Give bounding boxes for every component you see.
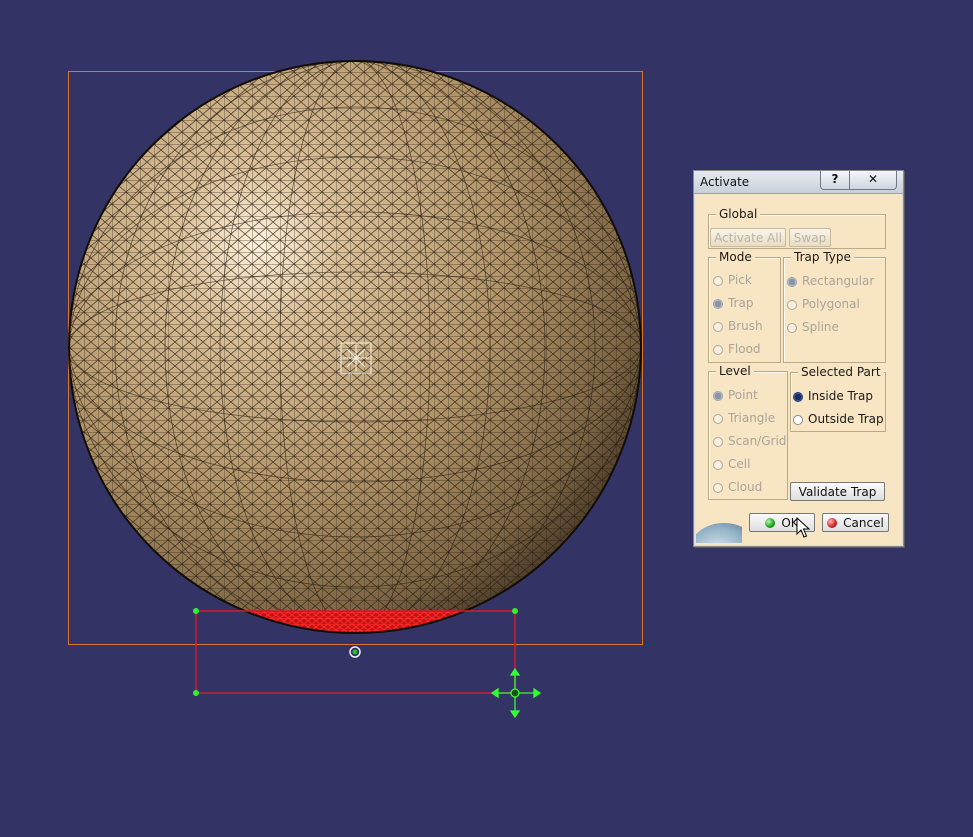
mode-group-label: Mode [716, 249, 755, 265]
level-group: Level Point Triangle Scan/Grid Cell Clou… [708, 363, 788, 500]
outside-trap-radio[interactable]: Outside Trap [793, 411, 884, 427]
radio-icon [787, 323, 797, 333]
cancel-button[interactable]: Cancel [822, 513, 889, 532]
mode-trap-radio[interactable]: Trap [713, 295, 753, 311]
level-point-radio[interactable]: Point [713, 387, 758, 403]
trap-rectangular-radio[interactable]: Rectangular [787, 273, 874, 289]
mouse-pointer-icon [796, 517, 810, 538]
dialog-title: Activate [700, 175, 750, 189]
inside-trap-radio[interactable]: Inside Trap [793, 388, 873, 404]
global-group: Global Activate All Swap [708, 206, 886, 249]
ok-led-icon [765, 518, 776, 528]
radio-icon [713, 460, 723, 470]
trap-spline-radio[interactable]: Spline [787, 319, 839, 335]
trap-type-group-label: Trap Type [791, 249, 854, 265]
activate-all-button[interactable]: Activate All [710, 228, 786, 247]
radio-selected-icon [713, 391, 723, 401]
close-button[interactable]: ✕ [849, 171, 897, 190]
mode-brush-radio[interactable]: Brush [713, 318, 763, 334]
level-cell-radio[interactable]: Cell [713, 456, 750, 472]
radio-icon [713, 414, 723, 424]
radio-icon [713, 437, 723, 447]
level-scan-grid-radio[interactable]: Scan/Grid [713, 433, 786, 449]
mode-pick-radio[interactable]: Pick [713, 272, 752, 288]
swap-button[interactable]: Swap [789, 228, 831, 247]
trap-polygonal-radio[interactable]: Polygonal [787, 296, 860, 312]
trap-type-group: Trap Type Rectangular Polygonal Spline [783, 249, 886, 363]
validate-trap-button[interactable]: Validate Trap [790, 482, 885, 501]
help-button[interactable]: ? [820, 171, 850, 190]
selected-part-group-label: Selected Part [798, 364, 884, 380]
cancel-led-icon [827, 518, 838, 528]
mode-flood-radio[interactable]: Flood [713, 341, 761, 357]
radio-icon [713, 345, 723, 355]
level-triangle-radio[interactable]: Triangle [713, 410, 775, 426]
radio-icon [713, 483, 723, 493]
global-group-label: Global [716, 206, 761, 222]
dialog-titlebar[interactable]: Activate ? ✕ [694, 171, 903, 194]
earth-logo-icon [696, 509, 742, 543]
radio-selected-icon [787, 277, 797, 287]
radio-icon [787, 300, 797, 310]
level-cloud-radio[interactable]: Cloud [713, 479, 762, 495]
selected-part-group: Selected Part Inside Trap Outside Trap [790, 364, 886, 432]
sphere-wireframe [69, 61, 641, 633]
radio-icon [713, 322, 723, 332]
move-cursor-icon [490, 667, 542, 719]
mode-group: Mode Pick Trap Brush Flood [708, 249, 781, 363]
radio-icon [793, 415, 803, 425]
radio-selected-icon [713, 299, 723, 309]
level-group-label: Level [716, 363, 754, 379]
activate-dialog: Activate ? ✕ Global Activate All Swap Mo… [693, 170, 904, 547]
radio-icon [713, 276, 723, 286]
radio-selected-icon [793, 392, 803, 402]
